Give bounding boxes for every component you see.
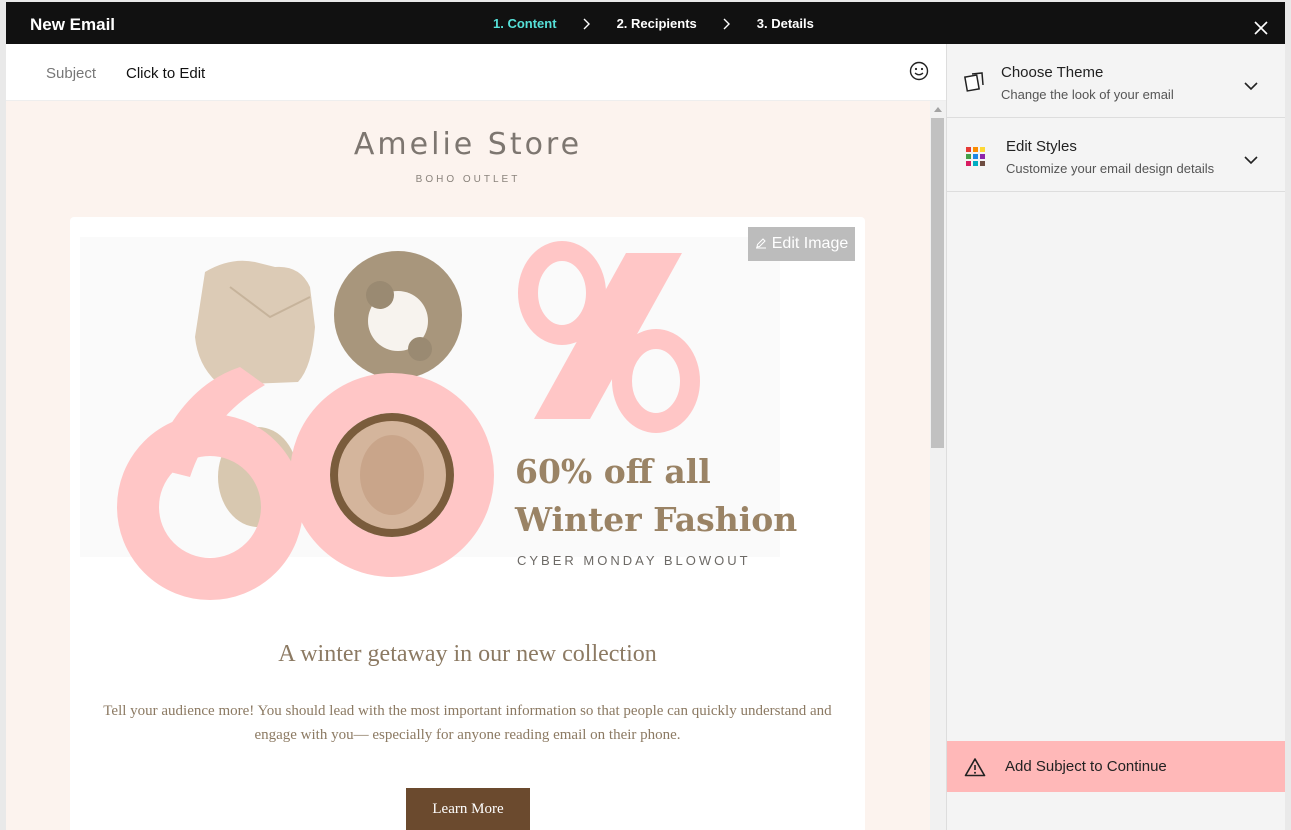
learn-more-button[interactable]: Learn More	[406, 788, 530, 830]
promo-subtitle: CYBER MONDAY BLOWOUT	[517, 553, 751, 568]
promo-title: 60% off all Winter Fashion	[515, 452, 798, 539]
choose-theme-title: Choose Theme	[1001, 64, 1104, 81]
design-sidebar: Choose Theme Change the look of your ema…	[946, 44, 1285, 830]
hero-image[interactable]: 60% off all Winter Fashion CYBER MONDAY …	[70, 217, 865, 607]
chevron-right-icon	[577, 18, 597, 30]
edit-styles-subtitle: Customize your email design details	[1006, 161, 1215, 176]
store-name[interactable]: Amelie Store	[6, 127, 930, 162]
pencil-icon	[755, 236, 767, 252]
canvas-scrollbar[interactable]	[930, 101, 946, 830]
color-palette-icon	[966, 147, 986, 172]
subject-row: Subject Click to Edit	[6, 44, 946, 101]
email-preview-canvas[interactable]: Amelie Store BOHO OUTLET 60% off all Win…	[6, 101, 930, 830]
add-subject-alert-label: Add Subject to Continue	[1005, 758, 1167, 775]
warning-icon	[964, 757, 986, 777]
window-title: New Email	[30, 15, 116, 34]
add-subject-alert[interactable]: Add Subject to Continue	[947, 741, 1285, 792]
step-recipients[interactable]: 2. Recipients	[617, 16, 697, 31]
edit-image-label: Edit Image	[771, 235, 849, 252]
smiley-icon[interactable]	[908, 60, 930, 82]
email-heading[interactable]: A winter getaway in our new collection	[70, 641, 865, 668]
sweater-illustration	[195, 260, 315, 385]
edit-styles-title: Edit Styles	[1006, 138, 1077, 155]
hero-illustration	[80, 237, 780, 600]
store-tagline[interactable]: BOHO OUTLET	[6, 174, 930, 185]
close-icon[interactable]	[1253, 20, 1269, 36]
step-content[interactable]: 1. Content	[493, 16, 557, 31]
edit-image-button[interactable]: Edit Image	[748, 227, 855, 261]
step-details[interactable]: 3. Details	[757, 16, 814, 31]
theme-cards-icon	[963, 70, 985, 97]
scroll-up-arrow-icon[interactable]	[934, 107, 942, 112]
subject-label: Subject	[46, 65, 97, 82]
scroll-thumb[interactable]	[931, 118, 944, 448]
step-progress: 1. Content 2. Recipients 3. Details	[493, 16, 814, 31]
choose-theme-item[interactable]: Choose Theme Change the look of your ema…	[947, 44, 1285, 118]
email-content-card: 60% off all Winter Fashion CYBER MONDAY …	[70, 217, 865, 830]
top-bar: New Email 1. Content 2. Recipients 3. De…	[6, 2, 1285, 44]
email-editor-window: New Email 1. Content 2. Recipients 3. De…	[6, 2, 1285, 830]
edit-styles-item[interactable]: Edit Styles Customize your email design …	[947, 118, 1285, 192]
chevron-down-icon	[1244, 152, 1258, 165]
choose-theme-subtitle: Change the look of your email	[1001, 87, 1174, 102]
chevron-down-icon	[1244, 78, 1258, 91]
subject-input[interactable]: Click to Edit	[126, 65, 205, 82]
email-body-text[interactable]: Tell your audience more! You should lead…	[84, 699, 851, 747]
chevron-right-icon	[717, 18, 737, 30]
